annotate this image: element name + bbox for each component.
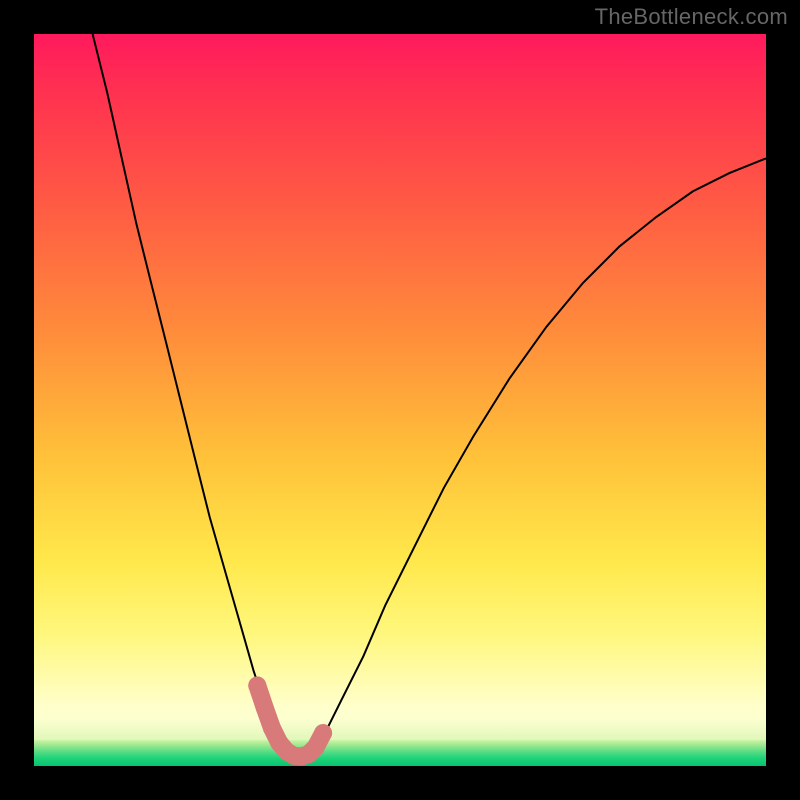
plot-area: [34, 34, 766, 766]
curve-overlay: [34, 34, 766, 766]
chart-container: TheBottleneck.com: [0, 0, 800, 800]
bottleneck-curve: [93, 34, 766, 759]
near-zero-marker: [248, 677, 332, 766]
watermark-text: TheBottleneck.com: [595, 4, 788, 30]
